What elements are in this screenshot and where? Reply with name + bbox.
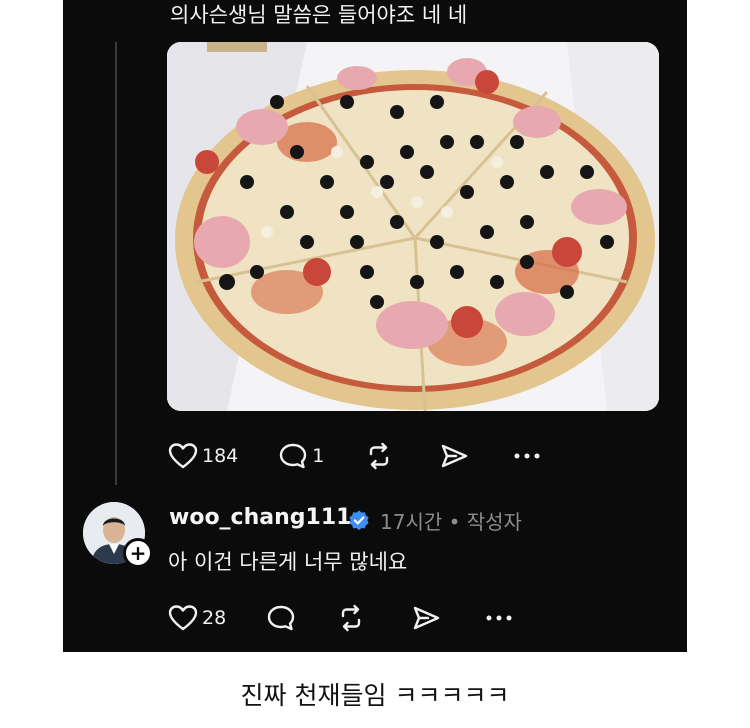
like-count: 184 (202, 445, 239, 467)
comment-button[interactable]: 1 (278, 442, 324, 470)
post-action-bar: 184 1 (168, 442, 540, 470)
follow-plus-icon[interactable]: + (123, 538, 153, 568)
reply-more-button[interactable] (486, 614, 512, 622)
reply-time-meta: 17시간 • 작성자 (380, 510, 522, 534)
thread-connector-line (115, 42, 117, 485)
comment-count: 1 (312, 445, 325, 467)
share-button[interactable] (439, 442, 469, 470)
reply-action-bar: 28 (168, 604, 512, 632)
reply-like-count: 28 (202, 607, 227, 629)
verified-badge-icon (347, 509, 371, 537)
reply-username[interactable]: woo_chang111 (169, 505, 351, 530)
repost-button[interactable] (364, 442, 394, 470)
heart-icon (168, 604, 198, 632)
comment-icon (266, 604, 296, 632)
reply-like-button[interactable]: 28 (168, 604, 226, 632)
heart-icon (168, 442, 198, 470)
pizza-photo[interactable] (167, 42, 659, 411)
reply-avatar[interactable]: + (83, 502, 153, 568)
caption-text: 진짜 천재들임 ㅋㅋㅋㅋㅋ (240, 681, 510, 710)
repost-icon (364, 442, 394, 470)
reply-text: 아 이건 다른게 너무 많네요 (168, 550, 408, 574)
send-icon (439, 442, 469, 470)
comment-icon (278, 442, 308, 470)
reply-share-button[interactable] (411, 604, 441, 632)
reply-comment-button[interactable] (266, 604, 296, 632)
more-dots-icon (514, 452, 540, 460)
like-button[interactable]: 184 (168, 442, 238, 470)
repost-icon (336, 604, 366, 632)
reply-repost-button[interactable] (336, 604, 366, 632)
post-text: 의사슨생님 말씀은 들어야조 네 네 (170, 3, 468, 27)
send-icon (411, 604, 441, 632)
more-button[interactable] (514, 452, 540, 460)
more-dots-icon (486, 614, 512, 622)
